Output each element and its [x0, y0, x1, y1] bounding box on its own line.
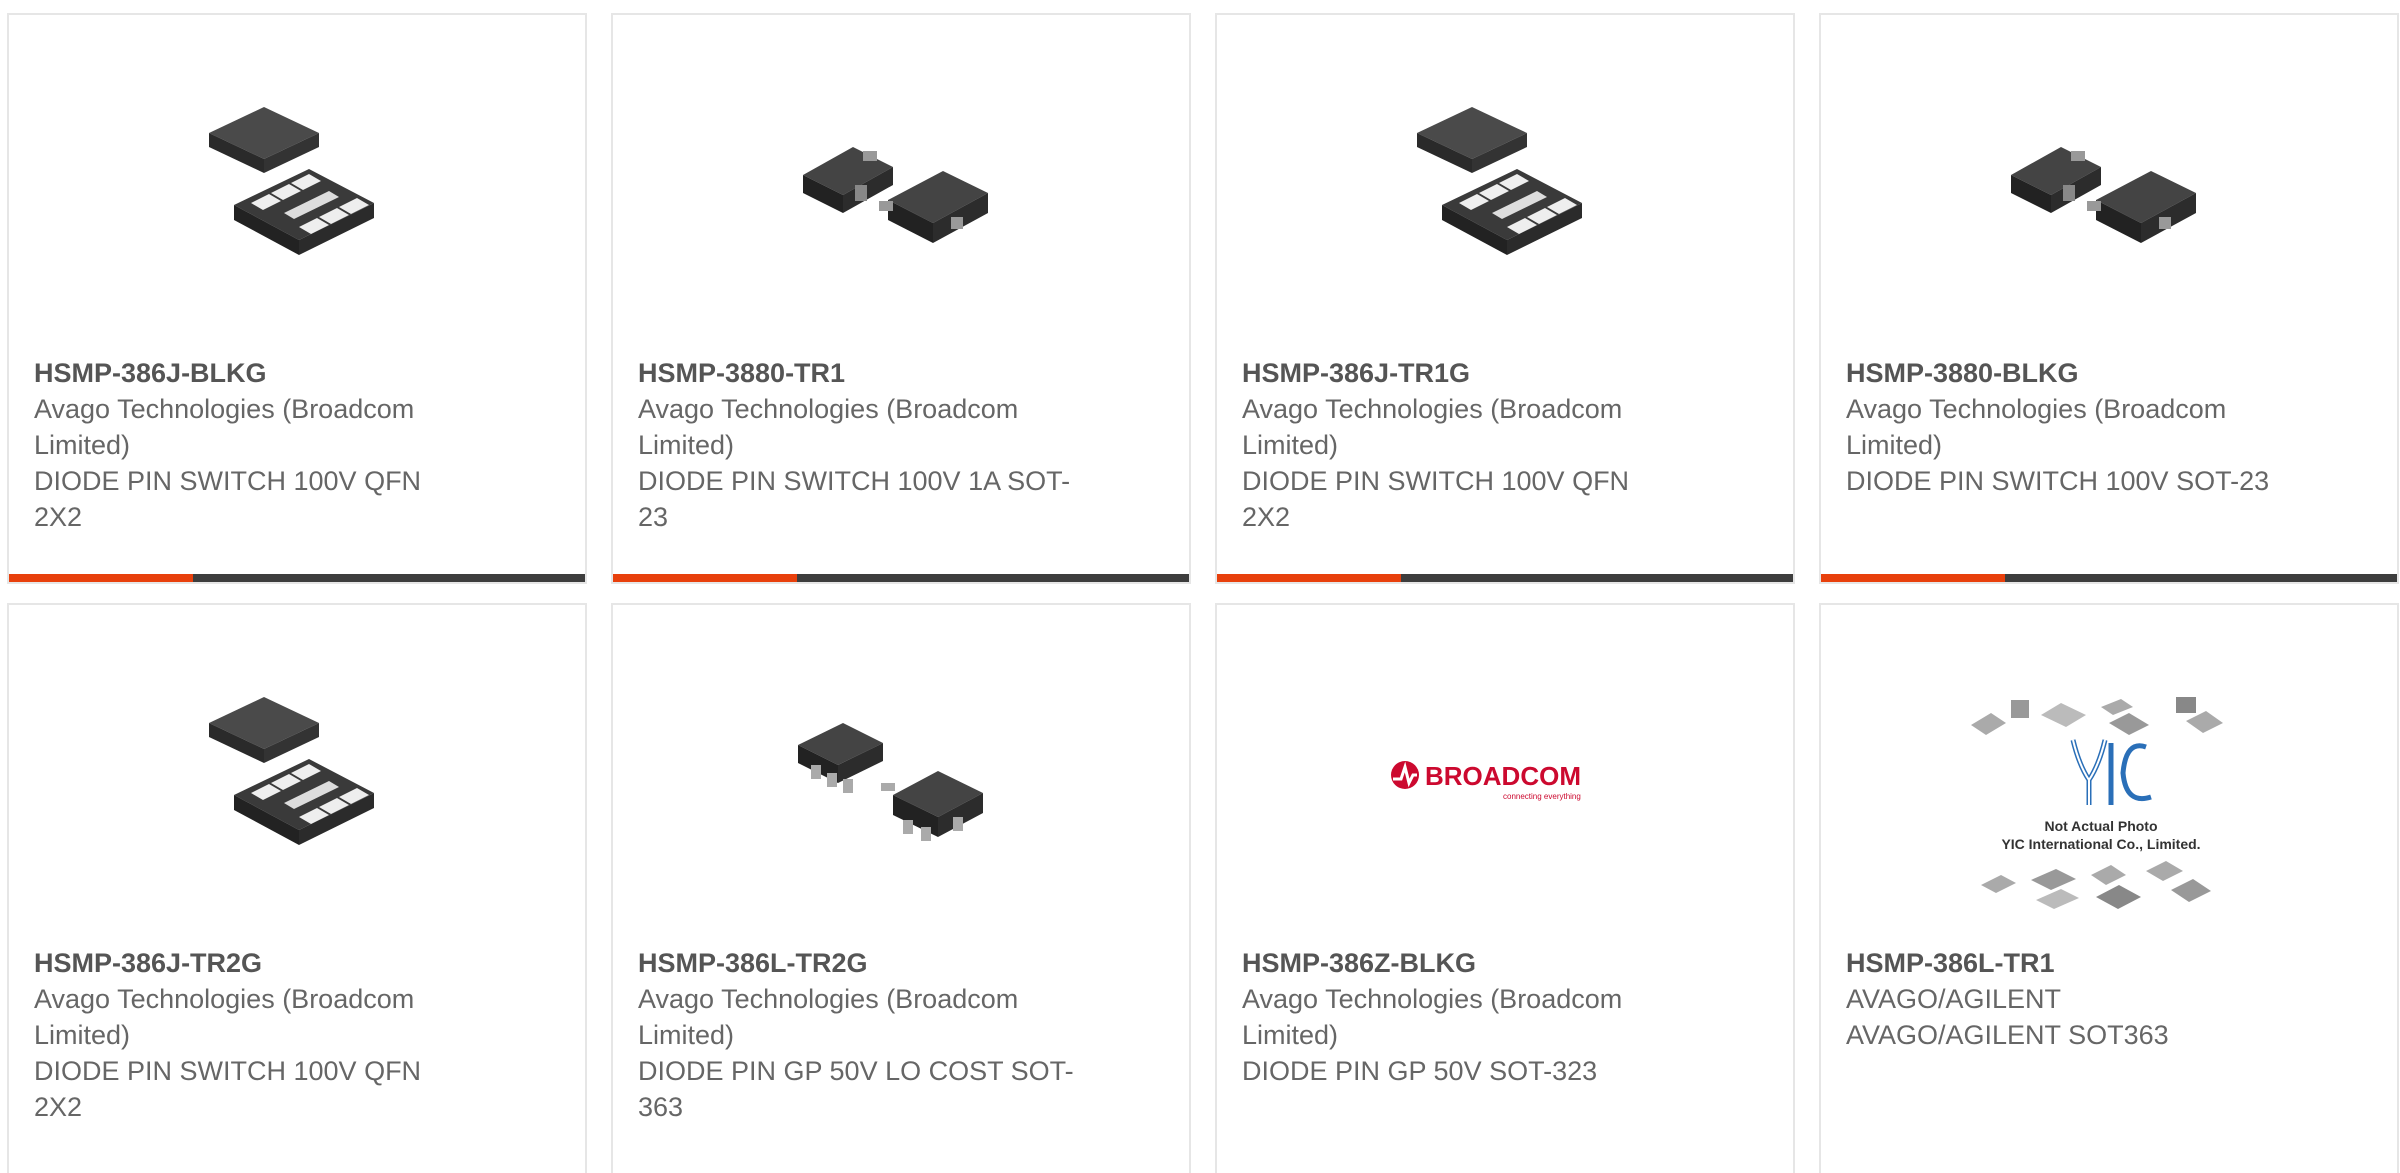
- card-bottom-bar: [1217, 574, 1793, 582]
- product-card[interactable]: HSMP-386J-BLKG Avago Technologies (Broad…: [7, 13, 587, 584]
- part-number-link[interactable]: HSMP-386Z-BLKG: [1242, 945, 1682, 981]
- card-bottom-bar: [9, 574, 585, 582]
- product-card[interactable]: HSMP-386J-TR1G Avago Technologies (Broad…: [1215, 13, 1795, 584]
- manufacturer-name: Avago Technologies (Broadcom Limited): [638, 394, 1019, 460]
- manufacturer-name: AVAGO/AGILENT: [1846, 984, 2062, 1014]
- product-description: DIODE PIN SWITCH 100V SOT-23: [1846, 466, 2270, 496]
- yic-company-text: YIC International Co., Limited.: [2001, 836, 2200, 852]
- manufacturer-name: Avago Technologies (Broadcom Limited): [1242, 394, 1623, 460]
- product-info: HSMP-386J-TR1G Avago Technologies (Broad…: [1242, 355, 1682, 535]
- broadcom-tagline: connecting everything: [1503, 792, 1581, 801]
- part-number-link[interactable]: HSMP-386J-TR2G: [34, 945, 474, 981]
- product-info: HSMP-386L-TR2G Avago Technologies (Broad…: [638, 945, 1078, 1125]
- product-description: DIODE PIN GP 50V SOT-323: [1242, 1056, 1598, 1086]
- broadcom-wordmark: BROADCOM: [1425, 761, 1581, 791]
- product-info: HSMP-386J-TR2G Avago Technologies (Broad…: [34, 945, 474, 1125]
- sot363-package-icon[interactable]: [793, 675, 993, 875]
- product-card[interactable]: HSMP-386L-TR2G Avago Technologies (Broad…: [611, 603, 1191, 1173]
- manufacturer-name: Avago Technologies (Broadcom Limited): [34, 984, 415, 1050]
- product-description: DIODE PIN SWITCH 100V 1A SOT-23: [638, 466, 1071, 532]
- part-number-link[interactable]: HSMP-386J-TR1G: [1242, 355, 1682, 391]
- product-info: HSMP-3880-BLKG Avago Technologies (Broad…: [1846, 355, 2286, 499]
- qfn-package-icon[interactable]: [189, 85, 389, 285]
- product-grid: HSMP-386J-BLKG Avago Technologies (Broad…: [0, 0, 2400, 1173]
- manufacturer-name: Avago Technologies (Broadcom Limited): [1846, 394, 2227, 460]
- card-accent-bar: [1821, 574, 2005, 582]
- product-info: HSMP-386J-BLKG Avago Technologies (Broad…: [34, 355, 474, 535]
- card-accent-bar: [613, 574, 797, 582]
- product-card[interactable]: HSMP-3880-BLKG Avago Technologies (Broad…: [1819, 13, 2399, 584]
- card-accent-bar: [9, 574, 193, 582]
- product-description: DIODE PIN GP 50V LO COST SOT-363: [638, 1056, 1074, 1122]
- part-number-link[interactable]: HSMP-386J-BLKG: [34, 355, 474, 391]
- manufacturer-name: Avago Technologies (Broadcom Limited): [1242, 984, 1623, 1050]
- product-info: HSMP-3880-TR1 Avago Technologies (Broadc…: [638, 355, 1078, 535]
- part-number-link[interactable]: HSMP-3880-BLKG: [1846, 355, 2286, 391]
- product-card[interactable]: HSMP-3880-TR1 Avago Technologies (Broadc…: [611, 13, 1191, 584]
- product-description: DIODE PIN SWITCH 100V QFN 2X2: [34, 466, 422, 532]
- not-actual-photo-text: Not Actual Photo: [2044, 818, 2157, 834]
- manufacturer-name: Avago Technologies (Broadcom Limited): [34, 394, 415, 460]
- part-number-link[interactable]: HSMP-386L-TR2G: [638, 945, 1078, 981]
- card-accent-bar: [1217, 574, 1401, 582]
- sot23-package-icon[interactable]: [2001, 85, 2201, 285]
- card-bottom-bar: [1821, 574, 2397, 582]
- qfn-package-icon[interactable]: [1397, 85, 1597, 285]
- product-card[interactable]: Not Actual Photo YIC International Co., …: [1819, 603, 2399, 1173]
- product-card[interactable]: HSMP-386J-TR2G Avago Technologies (Broad…: [7, 603, 587, 1173]
- yic-placeholder[interactable]: Not Actual Photo YIC International Co., …: [1961, 685, 2241, 925]
- product-info: HSMP-386L-TR1 AVAGO/AGILENT AVAGO/AGILEN…: [1846, 945, 2286, 1053]
- broadcom-logo[interactable]: BROADCOM connecting everything: [1391, 675, 1597, 875]
- part-number-link[interactable]: HSMP-386L-TR1: [1846, 945, 2286, 981]
- product-card[interactable]: BROADCOM connecting everything HSMP-386Z…: [1215, 603, 1795, 1173]
- product-info: HSMP-386Z-BLKG Avago Technologies (Broad…: [1242, 945, 1682, 1089]
- product-description: DIODE PIN SWITCH 100V QFN 2X2: [1242, 466, 1630, 532]
- product-description: AVAGO/AGILENT SOT363: [1846, 1020, 2169, 1050]
- sot23-package-icon[interactable]: [793, 85, 993, 285]
- manufacturer-name: Avago Technologies (Broadcom Limited): [638, 984, 1019, 1050]
- product-description: DIODE PIN SWITCH 100V QFN 2X2: [34, 1056, 422, 1122]
- card-bottom-bar: [613, 574, 1189, 582]
- qfn-package-icon[interactable]: [189, 675, 389, 875]
- part-number-link[interactable]: HSMP-3880-TR1: [638, 355, 1078, 391]
